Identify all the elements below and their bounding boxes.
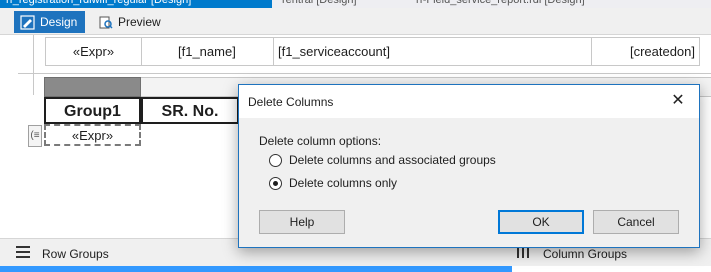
dialog-title-bar: Delete Columns ✕ bbox=[239, 85, 699, 118]
column-groups-header[interactable]: Column Groups bbox=[517, 246, 627, 261]
option-label-delete-columns-only: Delete columns only bbox=[289, 176, 398, 190]
row-groups-header[interactable]: Row Groups bbox=[16, 246, 109, 261]
delete-columns-dialog: Delete Columns ✕ Delete column options: … bbox=[238, 84, 700, 248]
option-delete-columns-and-groups[interactable]: Delete columns and associated groups bbox=[269, 153, 496, 167]
table-cell-expr[interactable]: «Expr» bbox=[46, 38, 142, 65]
radio-delete-columns-only[interactable] bbox=[269, 176, 282, 190]
dialog-section-label: Delete column options: bbox=[259, 134, 382, 148]
option-delete-columns-only[interactable]: Delete columns only bbox=[269, 176, 397, 190]
document-tab-active[interactable]: rf_registration_rdlwifi_regular [Design] bbox=[0, 0, 272, 8]
design-icon bbox=[20, 14, 35, 30]
document-tab-field-service[interactable]: rf-Field_service_report.rdl [Design] bbox=[410, 0, 711, 8]
column-groups-icon bbox=[517, 246, 531, 261]
header-cell-sr-no[interactable]: SR. No. bbox=[141, 97, 239, 124]
left-ruler-line bbox=[33, 35, 34, 95]
column-handle-selected[interactable] bbox=[44, 77, 141, 97]
document-tab-strip: rf_registration_rdlwifi_regular [Design]… bbox=[0, 0, 711, 8]
table-cell-f1-name[interactable]: [f1_name] bbox=[142, 38, 274, 65]
row-groups-label: Row Groups bbox=[42, 246, 109, 261]
group-expr-cell[interactable]: «Expr» bbox=[44, 124, 141, 146]
tab-design-label: Design bbox=[40, 15, 78, 29]
table-cell-f1-serviceaccount[interactable]: [f1_serviceaccount] bbox=[274, 38, 592, 65]
help-button[interactable]: Help bbox=[259, 210, 345, 234]
tab-preview-label: Preview bbox=[118, 15, 161, 29]
header-cell-group1[interactable]: Group1 bbox=[44, 97, 141, 124]
section-divider bbox=[18, 73, 711, 74]
ok-button[interactable]: OK bbox=[498, 210, 584, 234]
table-cell-createdon[interactable]: [createdon] bbox=[592, 38, 699, 65]
row-group-handle[interactable]: (≡ bbox=[28, 125, 42, 147]
close-icon[interactable]: ✕ bbox=[663, 90, 693, 112]
document-tab-rentral[interactable]: rentral [Design] bbox=[276, 0, 406, 8]
radio-delete-columns-and-groups[interactable] bbox=[269, 153, 282, 167]
tab-preview[interactable]: Preview bbox=[92, 11, 162, 33]
option-label-delete-columns-and-groups: Delete columns and associated groups bbox=[289, 153, 496, 167]
row-group-selection-strip[interactable] bbox=[0, 266, 512, 272]
tab-design[interactable]: Design bbox=[14, 11, 85, 33]
mode-toolbar: Design Preview bbox=[0, 8, 711, 35]
row-groups-icon bbox=[16, 246, 30, 261]
detail-row-table[interactable]: «Expr» [f1_name] [f1_serviceaccount] [cr… bbox=[45, 37, 700, 66]
preview-icon bbox=[98, 15, 113, 30]
dialog-title: Delete Columns bbox=[248, 95, 334, 109]
cancel-button[interactable]: Cancel bbox=[593, 210, 679, 234]
column-groups-label: Column Groups bbox=[543, 246, 628, 261]
report-designer-window: rf_registration_rdlwifi_regular [Design]… bbox=[0, 0, 711, 272]
